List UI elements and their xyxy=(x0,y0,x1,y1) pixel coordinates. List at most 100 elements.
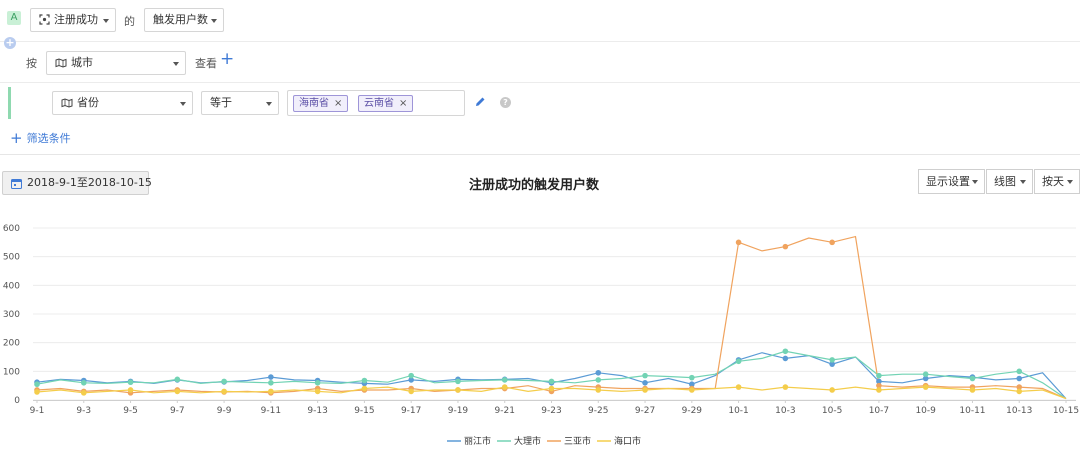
data-point xyxy=(782,355,789,362)
divider xyxy=(0,154,1080,155)
data-point xyxy=(314,388,321,395)
granularity-button[interactable]: 按天 xyxy=(1034,169,1080,194)
x-tick-label: 10-5 xyxy=(822,406,842,416)
line-chart: 0 100 200 300 400 500 600 9-1 9-3 9-5 9-7 9-9 9-11 9-… xyxy=(3,224,1079,447)
x-tick-label: 10-3 xyxy=(775,406,795,416)
add-filter-label: 筛选条件 xyxy=(26,132,71,145)
filter-tag-label: 云南省 xyxy=(364,98,394,109)
data-point xyxy=(642,387,648,393)
groupby-label: 城市 xyxy=(71,56,93,69)
chevron-down-icon xyxy=(972,180,978,184)
x-tick-label: 9-27 xyxy=(635,406,655,416)
add-filter-button[interactable]: + 筛选条件 xyxy=(10,129,71,147)
chart-type-label: 线图 xyxy=(994,175,1016,188)
connector-text: 的 xyxy=(124,15,135,28)
y-tick-label: 100 xyxy=(3,367,20,377)
x-tick-label: 10-15 xyxy=(1053,406,1079,416)
x-tick-label: 10-11 xyxy=(959,406,985,416)
x-tick-label: 9-17 xyxy=(401,406,421,416)
help-icon[interactable]: ? xyxy=(500,97,511,108)
plus-icon: + xyxy=(10,129,23,147)
data-point xyxy=(969,375,976,382)
groupby-prefix: 按 xyxy=(26,57,37,70)
x-tick-label: 9-29 xyxy=(682,406,703,416)
data-point xyxy=(455,387,461,393)
query-badge: A xyxy=(7,11,21,25)
data-point xyxy=(782,384,789,390)
event-label: 注册成功 xyxy=(54,13,98,26)
x-tick-label: 10-1 xyxy=(728,406,748,416)
data-point xyxy=(221,378,227,385)
metric-label: 触发用户数 xyxy=(153,13,208,26)
display-settings-button[interactable]: 显示设置 xyxy=(918,169,985,194)
data-point xyxy=(408,388,414,395)
data-point xyxy=(314,380,321,386)
data-point xyxy=(268,380,274,386)
x-tick-label: 9-1 xyxy=(30,406,45,416)
close-icon[interactable]: × xyxy=(334,98,342,109)
data-point xyxy=(735,384,742,390)
display-settings-label: 显示设置 xyxy=(926,175,970,188)
data-point xyxy=(876,372,882,379)
close-icon[interactable]: × xyxy=(399,98,407,109)
data-point xyxy=(174,388,181,395)
metric-dropdown[interactable]: 触发用户数 xyxy=(144,8,224,32)
groupby-row: 按 城市 查看 + xyxy=(0,43,1080,83)
chevron-down-icon xyxy=(103,19,109,23)
x-tick-label: 9-23 xyxy=(541,406,561,416)
granularity-label: 按天 xyxy=(1042,175,1064,188)
data-point xyxy=(34,389,40,395)
event-dropdown[interactable]: 注册成功 xyxy=(30,8,116,32)
y-tick-label: 300 xyxy=(3,310,20,320)
data-point xyxy=(268,388,274,395)
x-tick-label: 9-19 xyxy=(448,406,469,416)
data-point xyxy=(829,357,835,363)
data-point xyxy=(268,374,274,380)
filter-operator-label: 等于 xyxy=(210,96,232,109)
x-tick-label: 9-21 xyxy=(495,406,515,416)
legend-label: 三亚市 xyxy=(564,435,591,447)
chart-title: 注册成功的触发用户数 xyxy=(468,178,599,193)
data-point xyxy=(922,384,929,390)
filter-tag: 海南省 × xyxy=(293,95,349,112)
x-tick-label: 9-13 xyxy=(307,406,327,416)
legend-label: 丽江市 xyxy=(464,435,491,447)
filter-field-dropdown[interactable]: 省份 xyxy=(52,91,193,115)
chevron-down-icon xyxy=(211,19,217,23)
x-tick-label: 9-3 xyxy=(76,406,91,416)
data-point xyxy=(735,358,742,365)
y-tick-label: 0 xyxy=(14,396,20,406)
add-groupby-icon[interactable]: + xyxy=(220,49,234,69)
data-point xyxy=(595,387,602,393)
data-point xyxy=(829,239,835,246)
chevron-down-icon xyxy=(180,102,186,106)
y-tick-label: 200 xyxy=(3,339,20,349)
y-tick-label: 600 xyxy=(3,224,20,234)
filter-tag: 云南省 × xyxy=(358,95,414,112)
x-tick-label: 9-25 xyxy=(588,406,608,416)
filter-operator-dropdown[interactable]: 等于 xyxy=(201,91,279,115)
x-tick-label: 9-7 xyxy=(170,406,185,416)
data-point xyxy=(408,372,414,379)
data-point xyxy=(689,374,695,381)
x-tick-label: 10-7 xyxy=(869,406,889,416)
filter-field-label: 省份 xyxy=(77,96,99,109)
groupby-dropdown[interactable]: 城市 xyxy=(46,51,186,75)
filter-tag-label: 海南省 xyxy=(299,98,329,109)
groupby-suffix: 查看 xyxy=(195,57,217,70)
data-point xyxy=(642,372,648,379)
map-icon xyxy=(61,98,73,108)
data-point xyxy=(80,380,87,386)
pencil-icon[interactable] xyxy=(474,96,486,108)
filter-values-input[interactable]: 海南省 × 云南省 × xyxy=(287,90,465,116)
legend-label: 海口市 xyxy=(614,435,641,447)
data-point xyxy=(1016,388,1023,395)
data-point xyxy=(361,385,368,392)
chart-type-button[interactable]: 线图 xyxy=(986,169,1033,194)
chevron-down-icon xyxy=(173,62,179,66)
data-point xyxy=(642,380,648,386)
data-point xyxy=(361,377,368,384)
data-point xyxy=(595,369,602,376)
data-point xyxy=(501,384,508,390)
filter-indicator xyxy=(8,87,11,119)
